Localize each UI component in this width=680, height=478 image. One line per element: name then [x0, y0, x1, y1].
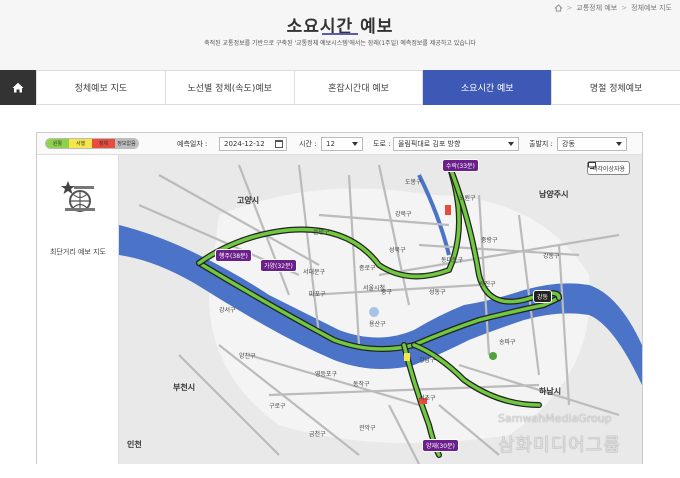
route-tag-haengju[interactable]: 행주(38분): [215, 249, 252, 262]
calendar-icon[interactable]: [275, 140, 283, 148]
tab-congestion-map[interactable]: 정체예보 지도: [36, 71, 165, 104]
map-city-label: 인천: [127, 440, 142, 449]
filter-toolbar: 원활 서행 정체 정보없음 예측일자 : 2024-12-12 시간 : 12 …: [37, 133, 642, 155]
side-menu: 최단거리 예보 지도: [37, 155, 119, 464]
legend-smooth: 원활: [46, 139, 69, 148]
map-district-label: 서초구: [419, 395, 436, 402]
monitor-icon: [587, 162, 596, 169]
home-icon: [12, 82, 24, 93]
road-label: 도로 :: [373, 140, 391, 148]
origin-select[interactable]: 강동: [557, 137, 627, 151]
road-value: 올림픽대로 김포 방향: [398, 140, 461, 148]
map-district-label: 양천구: [239, 353, 256, 360]
tab-home[interactable]: [0, 70, 36, 105]
time-value: 12: [326, 140, 335, 148]
shortest-route-icon[interactable]: [59, 177, 97, 215]
map-district-label: 서대문구: [303, 269, 326, 276]
map-district-label: 은평구: [313, 229, 330, 236]
map-city-label: 고양시: [237, 196, 260, 205]
route-tag-yangjae[interactable]: 양재(30분): [422, 439, 459, 452]
time-label: 시간 :: [299, 140, 317, 148]
side-menu-label[interactable]: 최단거리 예보 지도: [37, 247, 119, 257]
map-district-label: 영등포구: [315, 371, 338, 378]
title-underline: [322, 33, 358, 35]
home-icon[interactable]: [554, 4, 563, 12]
legend-slow: 서행: [69, 139, 92, 148]
map-district-label: 종로구: [359, 265, 376, 272]
time-select[interactable]: 12: [321, 137, 363, 151]
tab-peak-time[interactable]: 혼잡시간대 예보: [293, 71, 423, 104]
page: > 교통정체 예보 > 정체예보 지도 소요시간 예보 축적된 교통정보를 기반…: [0, 0, 680, 478]
map-district-label: 강동구: [543, 253, 560, 260]
map-district-label: 관악구: [359, 425, 376, 432]
chevron-down-icon: [352, 142, 358, 146]
map-district-label: 구로구: [269, 403, 286, 410]
color-blind-mode-button[interactable]: 색각이상자용: [586, 161, 630, 175]
map-district-label: 중랑구: [481, 237, 498, 244]
map-district-label: 성동구: [429, 289, 446, 296]
route-tag-surak[interactable]: 수락(33분): [442, 159, 479, 172]
tab-route-speed[interactable]: 노선별 정체(속도)예보: [164, 71, 294, 104]
map-district-label: 노원구: [459, 195, 476, 202]
date-value: 2024-12-12: [224, 140, 265, 148]
map-district-label: 서울시청: [363, 285, 386, 292]
tab-holiday[interactable]: 명절 정체예보: [551, 71, 680, 104]
map-district-label: 용산구: [369, 321, 386, 328]
route-tag-gayang[interactable]: 가양(32분): [260, 259, 297, 272]
breadcrumb-separator: >: [566, 4, 573, 12]
chevron-down-icon: [616, 142, 622, 146]
watermark-ko: 삼화미디어그룹: [498, 435, 621, 456]
legend-congested: 정체: [92, 139, 115, 148]
map-district-label: 광진구: [479, 281, 496, 288]
map-district-label: 송파구: [499, 339, 516, 346]
map-district-label: 마포구: [309, 291, 326, 298]
map-district-label: 동작구: [353, 381, 370, 388]
page-subtitle: 축적된 교통정보를 기반으로 구축된 '교통정체 예보시스템'에서는 장래(1주…: [204, 40, 476, 47]
map-district-label: 동대문구: [441, 257, 464, 264]
map-city-label: 부천시: [173, 383, 196, 392]
color-blind-mode-label: 색각이상자용: [591, 165, 625, 173]
map-city-label: 남양주시: [539, 190, 569, 199]
date-label: 예측일자 :: [177, 140, 208, 148]
watermark-en: SamwahMediaGroup: [498, 412, 612, 425]
breadcrumb-separator: >: [621, 4, 628, 12]
map-city-label: 하남시: [539, 387, 562, 396]
route-tag-gangdong[interactable]: 강동: [533, 290, 553, 303]
chevron-down-icon: [508, 142, 514, 146]
origin-value: 강동: [562, 140, 575, 148]
road-select[interactable]: 올림픽대로 김포 방향: [393, 137, 519, 151]
tab-travel-time[interactable]: 소요시간 예보: [422, 70, 552, 105]
page-header: > 교통정체 예보 > 정체예보 지도 소요시간 예보 축적된 교통정보를 기반…: [0, 0, 680, 70]
map-district-label: 강서구: [219, 307, 236, 314]
origin-label: 출발지 :: [529, 140, 553, 148]
map-district-label: 강북구: [395, 211, 412, 218]
traffic-legend: 원활 서행 정체 정보없음: [45, 138, 139, 149]
date-input[interactable]: 2024-12-12: [219, 137, 287, 151]
map-district-label: 금천구: [309, 431, 326, 438]
map-district-label: 강남구: [419, 357, 436, 364]
map-district-label: 도봉구: [405, 179, 422, 186]
map-district-label: 성북구: [389, 247, 406, 254]
legend-no-info: 정보없음: [115, 139, 138, 148]
tab-bar: 정체예보 지도 노선별 정체(속도)예보 혼잡시간대 예보 소요시간 예보 명절…: [0, 70, 680, 105]
